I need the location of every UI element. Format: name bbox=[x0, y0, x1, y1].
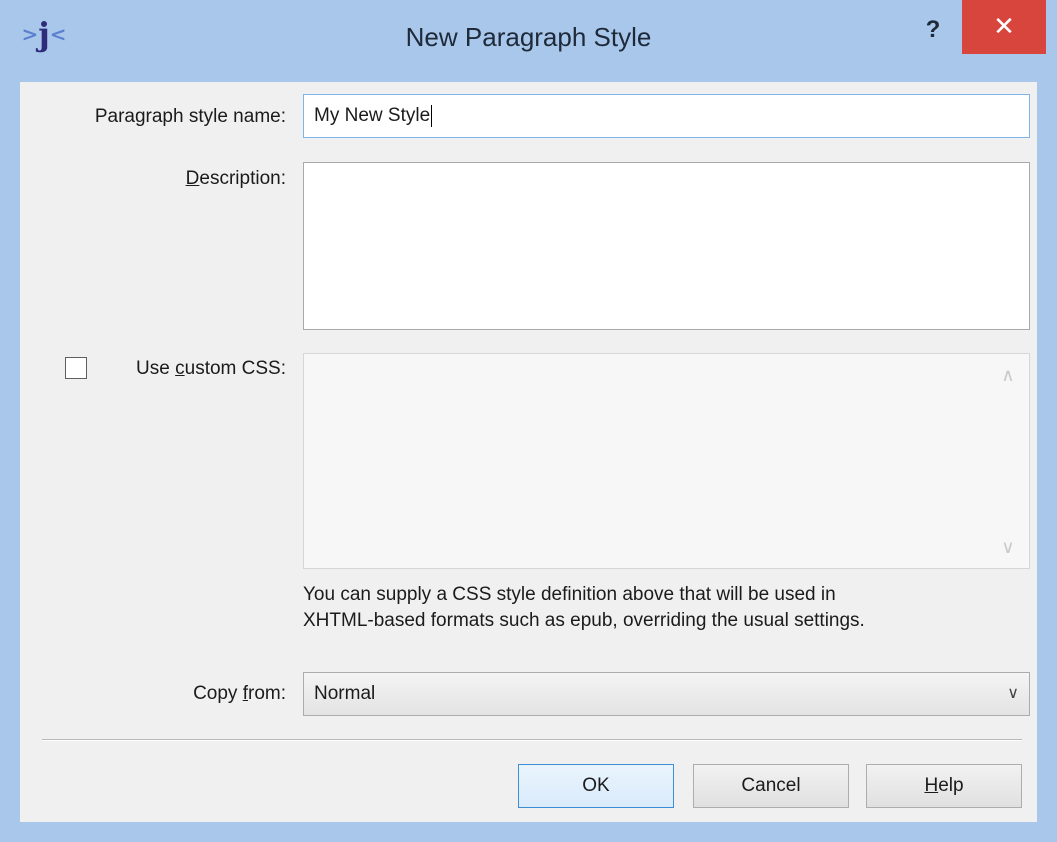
custom-css-textarea[interactable]: ∧ ∨ bbox=[303, 353, 1030, 569]
separator bbox=[42, 739, 1022, 741]
scroll-up-icon[interactable]: ∧ bbox=[997, 366, 1019, 384]
description-textarea[interactable] bbox=[303, 162, 1030, 330]
style-name-value: My New Style bbox=[314, 105, 431, 127]
copy-from-value: Normal bbox=[314, 683, 376, 704]
custom-css-label[interactable]: Use custom CSS: bbox=[96, 358, 286, 380]
cancel-button[interactable]: Cancel bbox=[693, 764, 849, 808]
chevron-down-icon: ∨ bbox=[1007, 685, 1019, 702]
description-label: Description: bbox=[185, 168, 286, 189]
help-button[interactable]: Help bbox=[866, 764, 1022, 808]
dialog-window: >j< New Paragraph Style ? ✕ Paragraph st… bbox=[0, 0, 1057, 842]
window-title: New Paragraph Style bbox=[405, 22, 652, 52]
title-bar[interactable]: >j< New Paragraph Style ? ✕ bbox=[0, 0, 1057, 82]
close-button[interactable]: ✕ bbox=[962, 0, 1046, 54]
dialog-body: Paragraph style name: My New Style Descr… bbox=[20, 82, 1037, 822]
ok-button[interactable]: OK bbox=[518, 764, 674, 808]
style-name-label: Paragraph style name: bbox=[94, 106, 286, 127]
custom-css-checkbox[interactable] bbox=[65, 357, 87, 379]
help-icon[interactable]: ? bbox=[918, 10, 948, 50]
copy-from-select[interactable]: Normal ∨ bbox=[303, 672, 1030, 716]
copy-from-label: Copy from: bbox=[193, 683, 286, 704]
css-hint-text: You can supply a CSS style definition ab… bbox=[303, 584, 865, 631]
style-name-input[interactable]: My New Style bbox=[303, 94, 1030, 138]
scroll-down-icon[interactable]: ∨ bbox=[997, 538, 1019, 556]
text-caret bbox=[431, 105, 433, 127]
